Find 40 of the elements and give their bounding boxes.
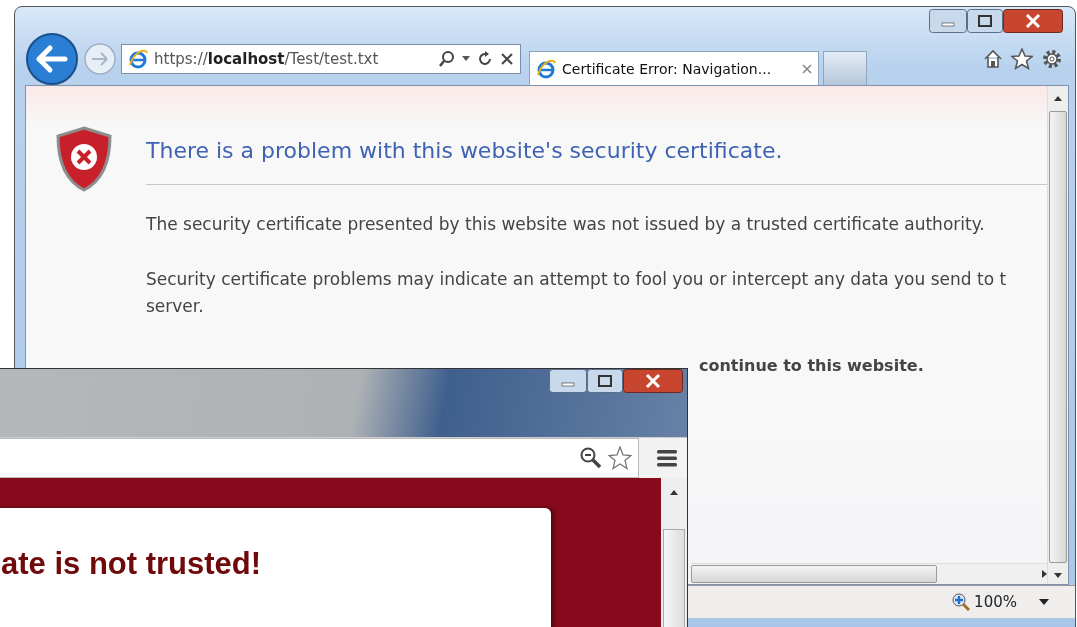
menu-icon[interactable] (657, 449, 677, 467)
dropdown-icon[interactable] (462, 56, 470, 62)
zoom-icon[interactable] (952, 593, 971, 611)
browser-logo-icon (128, 49, 148, 69)
minimize-button[interactable] (929, 9, 967, 33)
scroll-up-icon[interactable] (1054, 96, 1062, 101)
page-heading: There is a problem with this website's security certificate. (146, 138, 784, 163)
zoom-out-icon[interactable] (580, 447, 602, 469)
url-text: https://localhost/Test/test.txt (154, 50, 380, 68)
paragraph: Security certificate problems may indicate an attempt to fool you or intercept any data you send to t server. (146, 268, 1008, 318)
page-heading: ate is not trusted! (1, 546, 263, 582)
scroll-down-icon[interactable] (1054, 573, 1062, 578)
browser-logo-icon (536, 58, 556, 79)
minimize-button[interactable] (549, 369, 587, 393)
maximize-button[interactable] (967, 9, 1003, 33)
close-tab-icon[interactable] (802, 63, 812, 74)
scroll-up-icon[interactable] (670, 490, 678, 495)
browser-tab[interactable]: Certificate Error: Navigation... (529, 51, 819, 85)
refresh-icon[interactable] (477, 51, 493, 67)
address-bar[interactable]: https://localhost/Test/test.txt (121, 44, 521, 74)
maximize-button[interactable] (587, 369, 623, 393)
scroll-thumb[interactable] (1049, 111, 1067, 563)
paragraph: continue to this website. (698, 355, 925, 377)
home-icon[interactable] (983, 49, 1003, 69)
dropdown-icon[interactable] (1039, 599, 1049, 605)
settings-icon[interactable] (1041, 48, 1063, 70)
close-button[interactable] (1003, 9, 1063, 33)
close-button[interactable] (623, 369, 683, 393)
horizontal-scrollbar[interactable] (691, 563, 1047, 584)
zoom-level[interactable]: 100% (974, 593, 1017, 611)
shield-icon (56, 126, 112, 192)
search-icon[interactable] (439, 50, 455, 68)
paragraph: The security certificate presented by this website was not issued by a trusted certificate authority. (146, 213, 986, 236)
star-icon[interactable] (1011, 48, 1033, 70)
vertical-scrollbar[interactable] (1047, 86, 1068, 584)
tab-title: Certificate Error: Navigation... (562, 60, 773, 77)
close-icon[interactable] (500, 52, 514, 66)
back-button[interactable] (25, 32, 79, 86)
scroll-thumb[interactable] (691, 565, 937, 583)
star-icon[interactable] (608, 446, 632, 470)
